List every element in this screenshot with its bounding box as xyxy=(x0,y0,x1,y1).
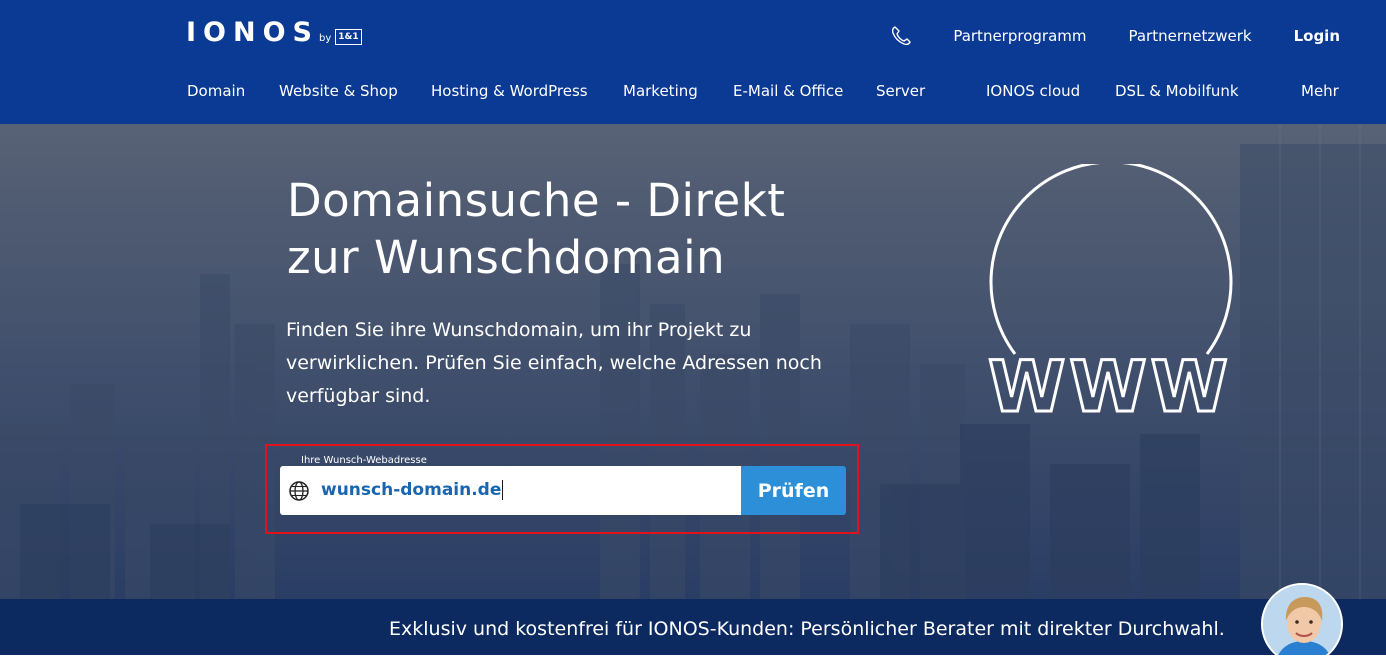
logo-wordmark: IONOS xyxy=(186,17,319,48)
ionos-logo[interactable]: IONOS by 1&1 xyxy=(186,18,362,48)
nav-item-dsl-mobilfunk[interactable]: DSL & Mobilfunk xyxy=(1115,81,1239,101)
search-input-text: wunsch-domain.de xyxy=(321,480,502,500)
check-domain-button[interactable]: Prüfen xyxy=(741,466,846,515)
www-globe-icon: WWW xyxy=(987,164,1233,424)
www-graphic-text: WWW xyxy=(988,346,1232,424)
nav-item-website-shop[interactable]: Website & Shop xyxy=(279,81,398,101)
text-caret xyxy=(502,480,504,500)
nav-item-marketing[interactable]: Marketing xyxy=(623,81,698,101)
nav-item-mehr[interactable]: Mehr xyxy=(1301,81,1339,101)
search-input-value[interactable]: wunsch-domain.de xyxy=(321,478,504,502)
login-link[interactable]: Login xyxy=(1294,27,1340,45)
hero-section: Domainsuche - Direkt zur Wunschdomain Fi… xyxy=(0,124,1386,600)
hero-title-line2: zur Wunschdomain xyxy=(287,231,726,284)
site-header: IONOS by 1&1 Partnerprogramm Partnernetz… xyxy=(0,0,1386,124)
logo-by: by xyxy=(319,33,332,44)
nav-item-domain[interactable]: Domain xyxy=(187,81,245,101)
advisor-banner[interactable]: Exklusiv und kostenfrei für IONOS-Kunden… xyxy=(0,599,1386,655)
globe-icon xyxy=(289,481,309,501)
hero-subtitle: Finden Sie ihre Wunschdomain, um ihr Pro… xyxy=(286,319,822,407)
hero-title-line1: Domainsuche - Direkt xyxy=(287,174,786,227)
logo-badge: 1&1 xyxy=(335,29,362,45)
banner-text: Exklusiv und kostenfrei für IONOS-Kunden… xyxy=(389,618,1225,640)
top-link-partnerprogramm[interactable]: Partnerprogramm xyxy=(953,27,1086,45)
nav-item-email-office[interactable]: E-Mail & Office xyxy=(733,81,843,101)
nav-item-ionos-cloud[interactable]: IONOS cloud xyxy=(986,81,1080,101)
search-label: Ihre Wunsch-Webadresse xyxy=(301,455,427,466)
top-link-partnernetzwerk[interactable]: Partnernetzwerk xyxy=(1128,27,1251,45)
nav-item-hosting-wordpress[interactable]: Hosting & WordPress xyxy=(431,81,588,101)
main-nav: Domain Website & Shop Hosting & WordPres… xyxy=(0,81,1386,103)
nav-item-server[interactable]: Server xyxy=(876,81,925,101)
hero-title: Domainsuche - Direkt zur Wunschdomain xyxy=(287,172,785,286)
phone-icon[interactable] xyxy=(889,24,913,48)
advisor-avatar[interactable] xyxy=(1261,583,1343,665)
page-bottom-strip xyxy=(0,655,1386,665)
top-links: Partnerprogramm Partnernetzwerk Login xyxy=(889,24,1340,48)
domain-search-input[interactable]: wunsch-domain.de xyxy=(280,466,742,515)
